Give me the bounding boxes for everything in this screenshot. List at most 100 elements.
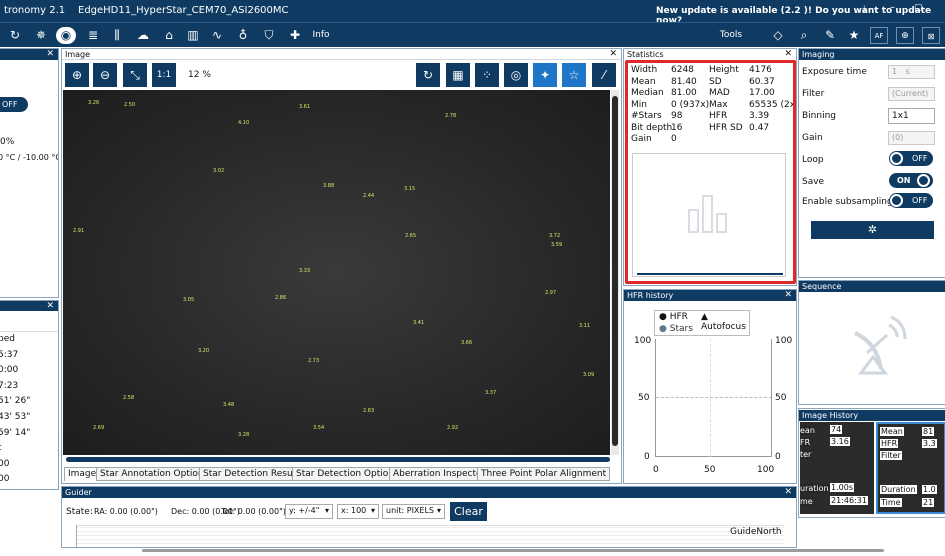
close-icon[interactable]: ✕ <box>784 49 792 60</box>
camera-icon[interactable]: ◉ <box>56 27 76 44</box>
loop-toggle[interactable]: OFF <box>889 151 933 166</box>
binning-select[interactable]: 1x1 <box>888 108 935 124</box>
lightbulb-icon[interactable]: ♁ <box>234 27 252 44</box>
zoom-search-icon[interactable]: ⌕ <box>796 27 812 44</box>
favorite-star-icon[interactable]: ★ <box>846 27 862 44</box>
shield-icon[interactable]: ⛉ <box>260 27 278 44</box>
satellite-dish-icon <box>854 315 907 375</box>
zoom-in-icon[interactable]: ⊕ <box>65 63 89 87</box>
crosshair-target-icon[interactable]: ◎ <box>504 63 528 87</box>
left-temperature: 0 °C / -10.00 °C <box>0 153 59 162</box>
history-1-time: 21:46:31 <box>830 496 868 505</box>
star-annotation: 3.41 <box>413 320 425 326</box>
refresh-icon[interactable]: ↻ <box>6 27 24 44</box>
dome-icon[interactable]: ⌂ <box>160 27 178 44</box>
info-button[interactable]: Info <box>306 27 336 44</box>
left-panel-header: ✕ <box>0 49 58 60</box>
scrollbar-thumb[interactable] <box>612 96 618 446</box>
zoom-out-icon[interactable]: ⊖ <box>93 63 117 87</box>
statistics-header: Statistics ✕ <box>624 49 796 60</box>
hfr-x-tick: 50 <box>704 465 716 475</box>
weather-cloud-icon[interactable]: ☁ <box>134 27 152 44</box>
magic-wand-icon[interactable]: ✦ <box>533 63 557 87</box>
close-icon[interactable]: ✕ <box>784 487 792 498</box>
star-annotation: 3.61 <box>299 104 311 110</box>
window-horizontal-scrollbar[interactable] <box>142 549 884 552</box>
star-annotate-icon[interactable]: ☆ <box>562 63 586 87</box>
equalizer-icon[interactable]: ⫼ <box>108 27 126 44</box>
image-horizontal-scrollbar[interactable] <box>66 457 610 462</box>
close-icon[interactable]: ✕ <box>609 49 617 60</box>
star-detect-icon[interactable]: ⁘ <box>475 63 499 87</box>
telescope-sky-icon[interactable]: ⁄ <box>592 63 616 87</box>
autofocus-icon[interactable]: AF <box>870 27 888 44</box>
history-card-1[interactable]: ean 74 FR 3.16 ter uration 1.00s me 21:4… <box>800 422 874 514</box>
lock-icon[interactable]: ⊠ <box>922 27 940 44</box>
puzzle-icon[interactable]: ✚ <box>286 27 304 44</box>
image-vertical-scrollbar[interactable] <box>611 90 619 455</box>
tab-three-point-polar-alignment[interactable]: Three Point Polar Alignment <box>477 467 611 481</box>
left-list-item: 59' 14" <box>0 427 31 438</box>
history-card-2[interactable]: Mean 81 HFR 3.3 Filter Duration 1.0 Time… <box>876 422 945 514</box>
tools-button[interactable]: Tools <box>716 27 746 44</box>
star-annotation: 3.48 <box>223 402 235 408</box>
guider-graph-icon[interactable]: ∿ <box>208 27 226 44</box>
fit-diagonal-icon[interactable]: ⤡ <box>123 63 147 87</box>
history-2-duration: 1.0 <box>922 485 937 494</box>
close-icon[interactable]: ✕ <box>784 290 792 301</box>
guider-y-select[interactable]: y: +/-4" ▾ <box>285 504 333 519</box>
tab-image[interactable]: Image <box>64 467 101 481</box>
chevron-down-icon: ▾ <box>370 506 375 515</box>
chart-icon[interactable]: ▥ <box>184 27 202 44</box>
guider-unit-select[interactable]: unit: PIXELS ▾ <box>382 504 445 519</box>
image-canvas[interactable]: 3.26 2.50 4.10 3.61 2.78 3.02 3.88 2.44 3.15 3.59… <box>63 90 610 455</box>
image-panel-header: Image ✕ <box>62 49 621 60</box>
guider-clear-button[interactable]: Clear <box>450 502 487 521</box>
left-info-panel: ✕ ped 5:37 0:00 7:23 51' 26" 43' 53" 59' 14" t 0… <box>0 300 59 490</box>
star-annotation: 3.20 <box>198 348 210 354</box>
hfr-y2-tick: 100 <box>775 336 793 346</box>
exposure-input[interactable]: 1 s <box>888 65 935 79</box>
filter-wheel-icon[interactable]: ≣ <box>84 27 102 44</box>
rotate-icon[interactable]: ↻ <box>416 63 440 87</box>
hfr-y2-tick: 0 <box>775 452 781 462</box>
telescope-icon[interactable]: ✵ <box>32 27 50 44</box>
guider-x-select[interactable]: x: 100 ▾ <box>337 504 379 519</box>
close-icon[interactable]: ✕ <box>46 49 54 60</box>
hfr-history-panel: HFR history ✕ ● HFR ▲ Autofocus ● Stars 1… <box>623 289 797 484</box>
capture-button[interactable]: ✲ <box>811 221 934 239</box>
save-toggle[interactable]: ON <box>889 173 933 188</box>
close-icon[interactable]: ✕ <box>46 301 54 312</box>
eraser-icon[interactable]: ◇ <box>770 27 786 44</box>
save-label: Save <box>802 177 825 187</box>
history-2-filter-label: Filter <box>880 451 902 460</box>
left-info-header: ✕ <box>0 301 58 311</box>
brush-icon[interactable]: ✎ <box>822 27 838 44</box>
tab-star-annotation-options[interactable]: Star Annotation Options <box>96 467 213 481</box>
restore-icon[interactable]: ▢ <box>914 3 923 13</box>
history-1-hfr: 3.16 <box>830 437 850 446</box>
history-2-time-label: Time <box>880 498 902 507</box>
star-annotation: 2.78 <box>445 113 457 119</box>
hfr-plot-area <box>655 339 772 457</box>
star-annotation: 3.37 <box>485 390 497 396</box>
zoom-ratio-button[interactable]: 1:1 <box>152 63 176 87</box>
tab-star-detection-options[interactable]: Star Detection Options <box>292 467 403 481</box>
imaging-header: Imaging✕ <box>799 49 945 60</box>
grid-icon[interactable]: ▦ <box>446 63 470 87</box>
star-annotation: 2.65 <box>405 233 417 239</box>
filter-select[interactable]: (Current) <box>888 87 935 101</box>
download-icon[interactable]: ⤓ <box>862 4 866 15</box>
crosshair-icon[interactable]: ⊕ <box>896 27 914 44</box>
history-1-duration-label: uration <box>800 484 829 493</box>
image-history-header: Image History <box>799 410 945 421</box>
tab-aberration-inspector[interactable]: Aberration Inspector <box>389 467 490 481</box>
star-annotation: 2.91 <box>73 228 85 234</box>
left-camera-panel: ✕ OFF 0% 0 °C / -10.00 °C <box>0 48 59 298</box>
history-1-mean: 74 <box>830 425 843 434</box>
minimize-icon[interactable]: – <box>890 2 895 13</box>
left-toggle[interactable]: OFF <box>0 97 28 112</box>
subsampling-toggle[interactable]: OFF <box>889 193 933 208</box>
guide-direction: GuideNorth <box>730 527 782 537</box>
gain-input[interactable]: (0) <box>888 131 935 145</box>
